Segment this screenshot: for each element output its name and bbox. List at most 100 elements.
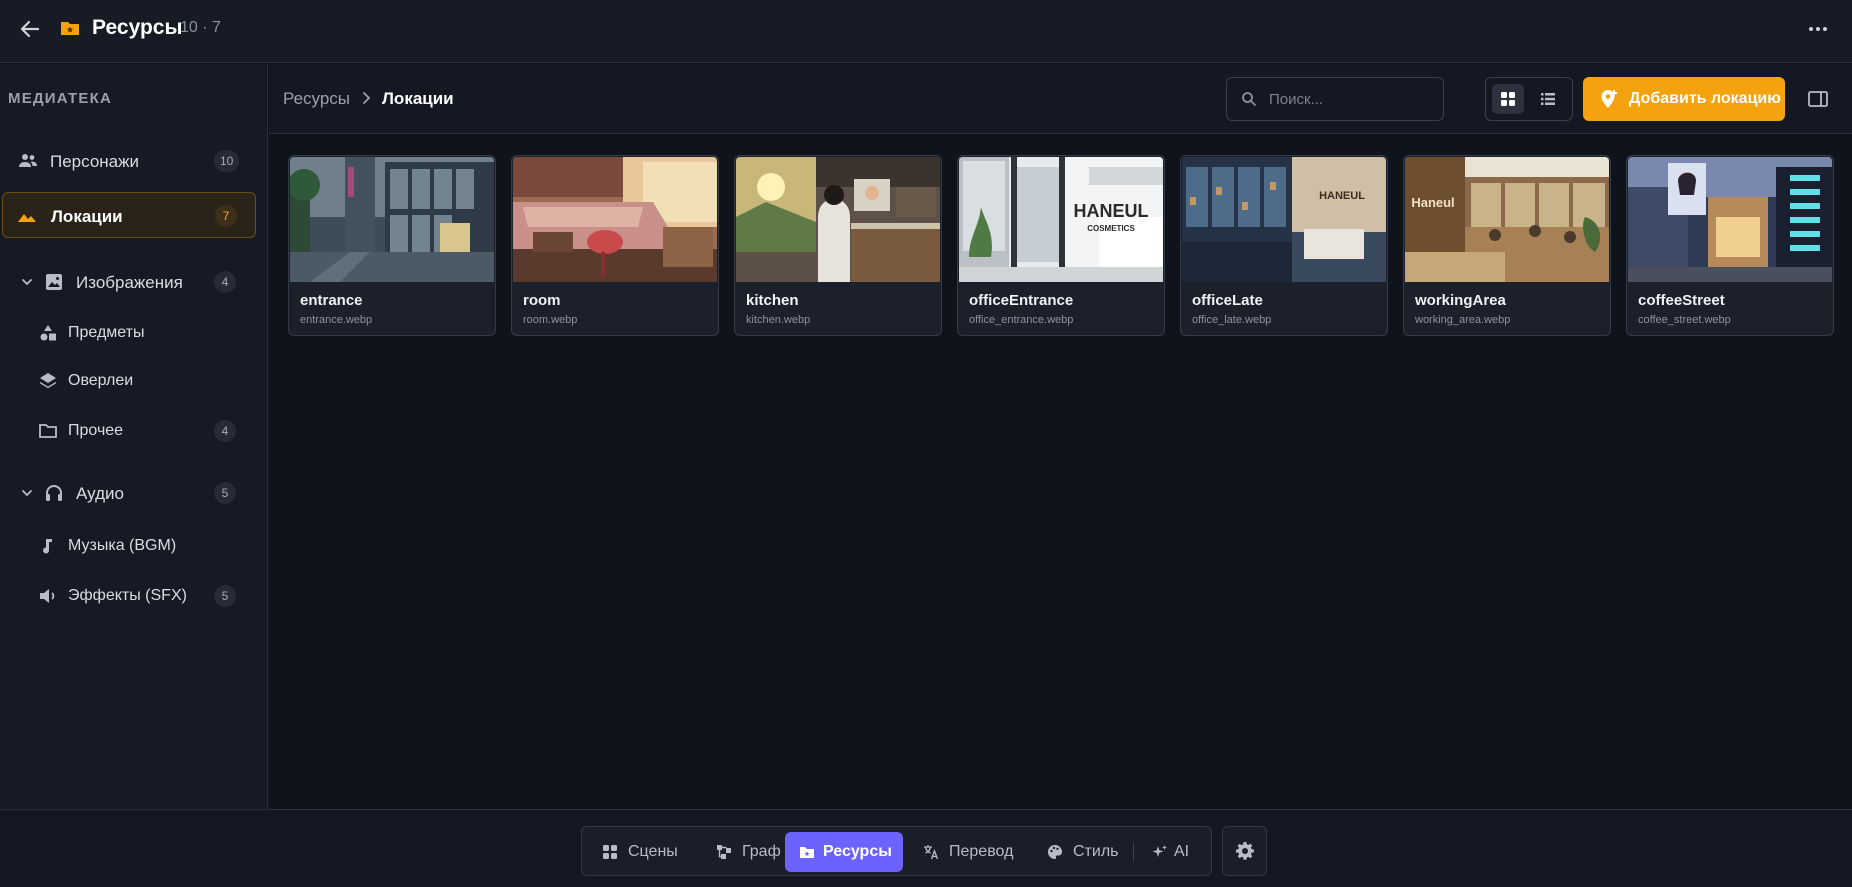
tab-label: Ресурсы: [823, 843, 892, 860]
users-icon: [19, 154, 37, 167]
back-arrow-icon[interactable]: [18, 17, 42, 41]
count-badge: 4: [214, 420, 236, 442]
search-icon: [1242, 92, 1256, 106]
location-card-workingArea[interactable]: Haneul workingArea working_area.webp: [1403, 155, 1611, 336]
card-title: entrance: [300, 292, 363, 309]
landscape-icon: [18, 214, 36, 222]
sidebar-section-title: МЕДИАТЕКА: [8, 90, 113, 107]
page-title: Ресурсы: [92, 16, 183, 39]
graph-icon: [717, 845, 731, 859]
image-icon: [46, 274, 62, 290]
search-input[interactable]: [1269, 88, 1429, 110]
grid-icon: [603, 845, 617, 859]
location-thumbnail: [290, 157, 494, 282]
chevron-down-icon[interactable]: [20, 275, 34, 289]
sidebar-item-label: Предметы: [68, 324, 145, 341]
sidebar-item-other[interactable]: Прочее 4: [2, 408, 256, 454]
toggle-panel-icon[interactable]: [1806, 87, 1830, 111]
location-card-entrance[interactable]: entrance entrance.webp: [288, 155, 496, 336]
app-header: Ресурсы 10 · 7: [0, 0, 1852, 63]
location-card-coffeeStreet[interactable]: coffeeStreet coffee_street.webp: [1626, 155, 1834, 336]
tab-ai[interactable]: AI: [1138, 832, 1204, 872]
sidebar-item-props[interactable]: Предметы: [2, 310, 256, 356]
card-filename: coffee_street.webp: [1638, 314, 1731, 326]
office-sign-text: HANEUL: [1074, 201, 1149, 221]
sidebar-item-music[interactable]: Музыка (BGM): [2, 523, 256, 569]
location-card-officeLate[interactable]: HANEUL officeLate office_late.webp: [1180, 155, 1388, 336]
tab-divider: [1133, 842, 1134, 862]
add-location-label: Добавить локацию: [1629, 90, 1781, 107]
card-filename: office_entrance.webp: [969, 314, 1074, 326]
folder-star-icon: [61, 22, 79, 35]
tab-style[interactable]: Стиль: [1033, 832, 1127, 872]
count-badge: 10: [214, 150, 240, 172]
sidebar-item-label: Эффекты (SFX): [68, 587, 187, 604]
folder-icon: [39, 424, 57, 438]
sidebar-item-label: Прочее: [68, 422, 124, 439]
headphones-icon: [46, 485, 62, 501]
location-thumbnail: Haneul: [1405, 157, 1609, 282]
card-filename: room.webp: [523, 314, 578, 326]
sidebar-item-audio[interactable]: Аудио 5: [2, 470, 256, 516]
media-library-sidebar: МЕДИАТЕКА Персонажи 10 Локации 7 Изображ…: [0, 64, 268, 809]
sidebar-item-label: Аудио: [76, 484, 124, 503]
tab-label: Стиль: [1073, 843, 1119, 860]
location-card-kitchen[interactable]: kitchen kitchen.webp: [734, 155, 942, 336]
gear-icon: [1236, 842, 1254, 860]
tab-label: Граф: [742, 843, 781, 860]
layers-icon: [39, 373, 57, 389]
location-card-officeEntrance[interactable]: HANEUL COSMETICS officeEntrance office_e…: [957, 155, 1165, 336]
sidebar-item-label: Персонажи: [50, 152, 139, 171]
chevron-down-icon[interactable]: [20, 486, 34, 500]
card-title: coffeeStreet: [1638, 292, 1725, 309]
card-title: kitchen: [746, 292, 799, 309]
tab-translation[interactable]: Перевод: [909, 832, 1027, 872]
breadcrumb-root[interactable]: Ресурсы: [283, 89, 350, 109]
tab-graph[interactable]: Граф: [702, 832, 781, 872]
tab-scenes[interactable]: Сцены: [588, 832, 696, 872]
sidebar-item-label: Музыка (BGM): [68, 537, 177, 554]
resource-counts: 10 · 7: [180, 19, 221, 36]
view-mode-toggle: [1485, 77, 1573, 121]
card-filename: working_area.webp: [1415, 314, 1511, 326]
sidebar-item-label: Локации: [51, 207, 123, 226]
location-card-room[interactable]: room room.webp: [511, 155, 719, 336]
sidebar-item-label: Изображения: [76, 273, 183, 292]
sidebar-item-sfx[interactable]: Эффекты (SFX) 5: [2, 573, 256, 619]
card-title: workingArea: [1415, 292, 1506, 309]
chevron-right-icon: [363, 92, 371, 104]
sparkle-icon: [1152, 845, 1167, 857]
card-title: officeLate: [1192, 292, 1263, 309]
palette-icon: [1048, 845, 1062, 859]
list-view-button[interactable]: [1532, 84, 1564, 114]
sidebar-item-locations[interactable]: Локации 7: [2, 192, 256, 238]
card-filename: kitchen.webp: [746, 314, 811, 326]
location-thumbnail: [736, 157, 940, 282]
sidebar-item-characters[interactable]: Персонажи 10: [2, 138, 256, 184]
content-toolbar: Ресурсы Локации Добавить локацию: [269, 64, 1852, 134]
grid-icon: [1501, 92, 1515, 106]
location-thumbnail: HANEUL COSMETICS: [959, 157, 1163, 282]
tab-label: AI: [1174, 843, 1190, 860]
count-badge: 5: [214, 482, 236, 504]
add-location-button[interactable]: Добавить локацию: [1583, 77, 1785, 121]
count-badge: 7: [215, 205, 237, 227]
count-badge: 5: [214, 585, 236, 607]
more-options-icon[interactable]: [1806, 17, 1830, 41]
office-sign-subtext: COSMETICS: [1087, 224, 1135, 233]
grid-view-button[interactable]: [1492, 84, 1524, 114]
add-location-pin-icon: [1601, 90, 1617, 108]
sidebar-item-images[interactable]: Изображения 4: [2, 259, 256, 305]
tab-label: Сцены: [628, 843, 678, 860]
settings-button[interactable]: [1222, 826, 1267, 876]
location-thumbnail: HANEUL: [1182, 157, 1386, 282]
sidebar-item-label: Оверлеи: [68, 372, 134, 389]
tab-resources[interactable]: Ресурсы: [785, 832, 903, 872]
sidebar-item-overlays[interactable]: Оверлеи: [2, 358, 256, 404]
card-filename: entrance.webp: [300, 314, 373, 326]
folder-icon: [800, 847, 814, 858]
search-box[interactable]: [1226, 77, 1444, 121]
location-thumbnail: [513, 157, 717, 282]
card-title: room: [523, 292, 561, 309]
shapes-icon: [40, 325, 56, 341]
